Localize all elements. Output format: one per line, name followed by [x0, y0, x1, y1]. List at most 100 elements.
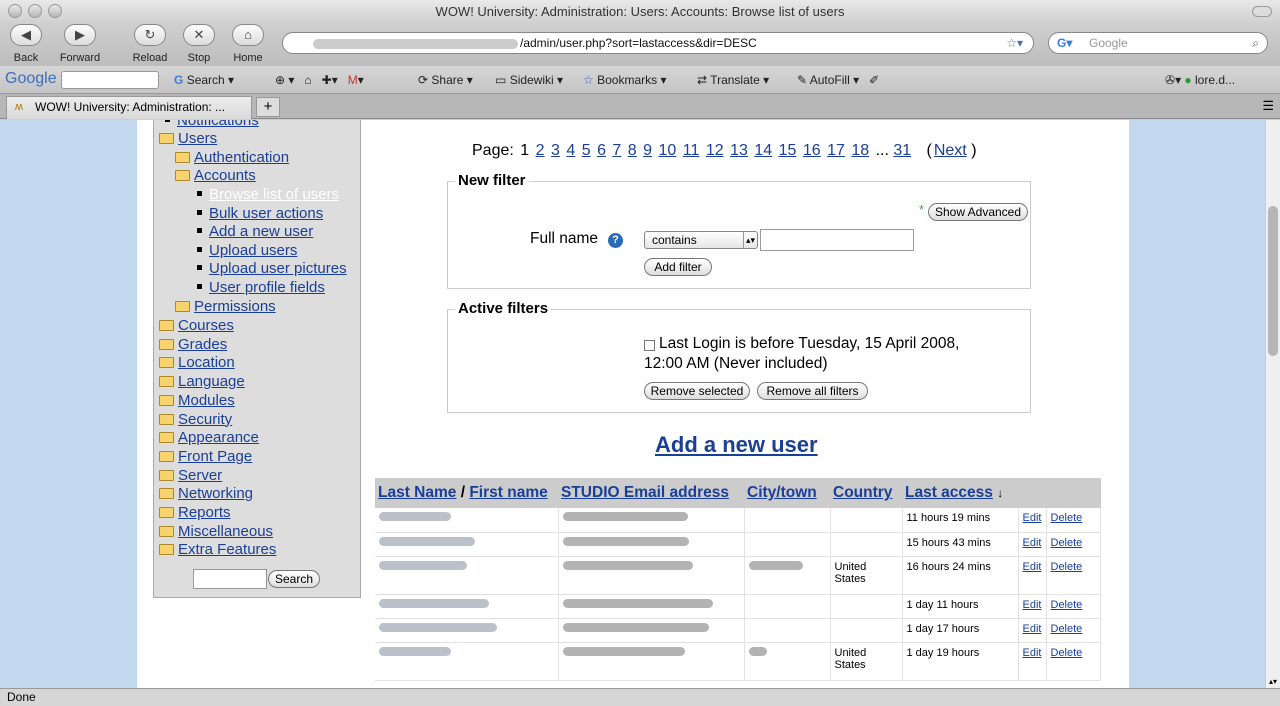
sort-last-name-link[interactable]: Last Name — [378, 484, 456, 501]
add-new-user-link[interactable]: Add a new user — [655, 432, 818, 458]
sidebar-item-networking[interactable]: Networking — [159, 485, 253, 502]
edit-user-link[interactable]: Edit — [1023, 561, 1042, 573]
sidebar-item-server[interactable]: Server — [159, 467, 222, 484]
page-link-8[interactable]: 8 — [628, 142, 637, 159]
google-toolbar-input[interactable] — [61, 71, 159, 89]
help-icon[interactable]: ? — [608, 233, 623, 248]
sort-city-link[interactable]: City/town — [747, 484, 817, 501]
sidebar-item-users[interactable]: Users — [159, 130, 217, 147]
vertical-scrollbar[interactable]: ▴▾ — [1265, 120, 1280, 688]
page-link-16[interactable]: 16 — [803, 142, 821, 159]
page-link-3[interactable]: 3 — [551, 142, 560, 159]
page-link-10[interactable]: 10 — [659, 142, 677, 159]
sidebar-item-grades[interactable]: Grades — [159, 336, 227, 353]
show-advanced-button[interactable]: Show Advanced — [928, 203, 1028, 221]
back-button[interactable]: ◀ Back — [10, 24, 42, 64]
toolbar-search-button[interactable]: G Search ▾ — [174, 73, 234, 87]
sidebar-item-bulk-user-actions[interactable]: Bulk user actions — [197, 205, 323, 222]
sidebar-item-permissions[interactable]: Permissions — [175, 298, 276, 315]
user-name-cell[interactable] — [375, 508, 559, 533]
sidebar-item-upload-users[interactable]: Upload users — [197, 242, 297, 259]
remove-selected-button[interactable]: Remove selected — [644, 382, 750, 400]
delete-user-link[interactable]: Delete — [1051, 647, 1083, 659]
sidebar-item-security[interactable]: Security — [159, 411, 232, 428]
toolbar-account-button[interactable]: ✇▾ ● lore.d... — [1165, 73, 1235, 87]
tab-list-icon[interactable]: ☰ — [1262, 98, 1274, 114]
forward-button[interactable]: ▶ Forward — [58, 24, 102, 64]
sort-country-link[interactable]: Country — [833, 484, 892, 501]
edit-user-link[interactable]: Edit — [1023, 599, 1042, 611]
page-link-14[interactable]: 14 — [754, 142, 772, 159]
page-link-2[interactable]: 2 — [536, 142, 545, 159]
edit-user-link[interactable]: Edit — [1023, 647, 1042, 659]
sidebar-item-language[interactable]: Language — [159, 373, 245, 390]
minimize-window-icon[interactable] — [28, 4, 42, 18]
tab-current[interactable]: ʍ WOW! University: Administration: ... — [6, 96, 252, 119]
page-link-17[interactable]: 17 — [827, 142, 845, 159]
page-link-11[interactable]: 11 — [683, 142, 700, 159]
edit-user-link[interactable]: Edit — [1023, 623, 1042, 635]
page-link-15[interactable]: 15 — [779, 142, 797, 159]
zoom-window-icon[interactable] — [48, 4, 62, 18]
sidebar-item-courses[interactable]: Courses — [159, 317, 234, 334]
search-input[interactable]: Google G▾ ⌕ — [1048, 32, 1268, 54]
toolbar-toggle-icon[interactable] — [1252, 6, 1272, 17]
sidebar-item-reports[interactable]: Reports — [159, 504, 231, 521]
page-link-7[interactable]: 7 — [612, 142, 621, 159]
page-link-6[interactable]: 6 — [597, 142, 606, 159]
close-window-icon[interactable] — [8, 4, 22, 18]
sidebar-item-accounts[interactable]: Accounts — [175, 167, 256, 184]
scroll-arrows-icon[interactable]: ▴▾ — [1269, 677, 1277, 686]
sidebar-item-add-a-new-user[interactable]: Add a new user — [197, 223, 313, 240]
sidebar-item-notifications[interactable]: Notifications — [165, 120, 259, 129]
page-link-last[interactable]: 31 — [893, 142, 911, 159]
remove-all-filters-button[interactable]: Remove all filters — [757, 382, 868, 400]
sidebar-item-upload-user-pictures[interactable]: Upload user pictures — [197, 260, 347, 277]
toolbar-bookmarks-button[interactable]: ☆ Bookmarks ▾ — [583, 73, 667, 87]
edit-user-link[interactable]: Edit — [1023, 537, 1042, 549]
sidebar-item-browse-list-of-users[interactable]: Browse list of users — [197, 186, 339, 203]
toolbar-sidewiki-button[interactable]: ▭ Sidewiki ▾ — [495, 73, 563, 87]
page-link-9[interactable]: 9 — [643, 142, 652, 159]
sidebar-item-modules[interactable]: Modules — [159, 392, 235, 409]
search-magnifier-icon[interactable]: ⌕ — [1252, 33, 1259, 53]
scrollbar-thumb[interactable] — [1268, 206, 1278, 356]
user-name-cell[interactable] — [375, 532, 559, 557]
toolbar-autofill-button[interactable]: ✎ AutoFill ▾ ✐ — [797, 73, 879, 87]
toolbar-share-button[interactable]: ⟳ Share ▾ — [418, 73, 473, 87]
add-filter-button[interactable]: Add filter — [644, 258, 712, 276]
toolbar-misc-icons[interactable]: ⊕ ▾ ⌂ ✚▾ M▾ — [275, 73, 364, 87]
edit-user-link[interactable]: Edit — [1023, 512, 1042, 524]
admin-search-button[interactable]: Search — [268, 570, 320, 588]
stop-button[interactable]: ✕ Stop — [183, 24, 215, 64]
toolbar-translate-button[interactable]: ⇄ Translate ▾ — [697, 73, 769, 87]
address-bar[interactable]: /admin/user.php?sort=lastaccess&dir=DESC… — [282, 32, 1034, 54]
home-button[interactable]: ⌂ Home — [231, 24, 265, 64]
admin-search-input[interactable] — [193, 569, 267, 589]
page-link-12[interactable]: 12 — [706, 142, 724, 159]
sort-email-link[interactable]: STUDIO Email address — [561, 484, 729, 501]
delete-user-link[interactable]: Delete — [1051, 561, 1083, 573]
delete-user-link[interactable]: Delete — [1051, 512, 1083, 524]
sidebar-item-user-profile-fields[interactable]: User profile fields — [197, 279, 325, 296]
delete-user-link[interactable]: Delete — [1051, 599, 1083, 611]
page-link-18[interactable]: 18 — [851, 142, 869, 159]
filter-checkbox[interactable] — [644, 340, 655, 351]
page-link-4[interactable]: 4 — [566, 142, 575, 159]
sidebar-item-extra-features[interactable]: Extra Features — [159, 541, 276, 558]
sort-last-access-link[interactable]: Last access — [905, 484, 993, 501]
sort-first-name-link[interactable]: First name — [469, 484, 547, 501]
user-name-cell[interactable] — [375, 642, 559, 681]
page-link-13[interactable]: 13 — [730, 142, 748, 159]
page-link-5[interactable]: 5 — [582, 142, 591, 159]
user-name-cell[interactable] — [375, 618, 559, 643]
sidebar-item-appearance[interactable]: Appearance — [159, 429, 259, 446]
operator-select[interactable]: contains ▴▾ — [644, 231, 758, 249]
delete-user-link[interactable]: Delete — [1051, 623, 1083, 635]
reload-button[interactable]: ↻ Reload — [132, 24, 168, 64]
new-tab-button[interactable]: + — [256, 97, 280, 117]
sidebar-item-front-page[interactable]: Front Page — [159, 448, 252, 465]
user-name-cell[interactable] — [375, 594, 559, 619]
page-next-link[interactable]: Next — [934, 142, 967, 159]
sidebar-item-authentication[interactable]: Authentication — [175, 149, 289, 166]
